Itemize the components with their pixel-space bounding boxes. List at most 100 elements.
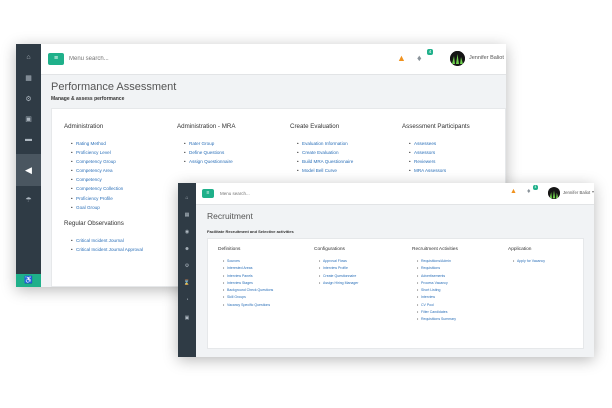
list-item[interactable]: • Interview Stages [218, 280, 273, 287]
home-icon[interactable]: ⌂ [16, 54, 41, 61]
link[interactable]: Interview Stages [227, 281, 253, 285]
hourglass-icon[interactable]: ⌛ [178, 281, 196, 286]
link[interactable]: Rater Group [189, 141, 214, 146]
link[interactable]: Assessors [414, 150, 435, 155]
link[interactable]: Critical Incident Journal [76, 238, 124, 243]
list-item[interactable]: • Rater Group [177, 139, 235, 148]
list-item[interactable]: • Interview Panels [218, 273, 273, 280]
list-item[interactable]: • Evaluation Information [290, 139, 353, 148]
link[interactable]: Approval Flows [323, 259, 347, 263]
list-item[interactable]: • Goal Group [64, 203, 143, 212]
list-item[interactable]: • Competency Collection [64, 184, 143, 193]
link[interactable]: Competency Area [76, 168, 113, 173]
list-item[interactable]: • Process Vacancy [412, 280, 458, 287]
list-item[interactable]: • Requisitions Summary [412, 316, 458, 323]
link[interactable]: Interview Profile [323, 266, 348, 270]
link[interactable]: Sources [227, 259, 240, 263]
list-item[interactable]: • Build MRA Questionnaire [290, 157, 353, 166]
list-item[interactable]: • Create Evaluation [290, 148, 353, 157]
list-item[interactable]: • Assessors [402, 148, 470, 157]
link[interactable]: Short Listing [421, 288, 440, 292]
list-item[interactable]: • Proficiency Level [64, 148, 143, 157]
menu-toggle-button[interactable]: ≡ [48, 53, 64, 65]
briefcase-icon[interactable]: ▣ [16, 116, 41, 123]
link[interactable]: Assign Questionnaire [189, 159, 233, 164]
list-item[interactable]: • Rating Method [64, 139, 143, 148]
list-item[interactable]: • Requisitions [412, 265, 458, 272]
list-item[interactable]: • Background Check Questions [218, 287, 273, 294]
link[interactable]: Competency [76, 177, 102, 182]
list-item[interactable]: • Critical Incident Journal [64, 236, 143, 245]
link[interactable]: Define Questions [189, 150, 224, 155]
list-item[interactable]: • Create Questionnaire [314, 273, 358, 280]
link[interactable]: Vacancy Specific Questions [227, 303, 270, 307]
link[interactable]: Interview Panels [227, 274, 253, 278]
link[interactable]: Proficiency Profile [76, 196, 113, 201]
menu-search-input[interactable] [69, 53, 189, 65]
settings-icon[interactable]: ⚙ [16, 96, 41, 103]
card-icon[interactable]: ▬ [16, 136, 41, 143]
link[interactable]: Reviewers [414, 159, 435, 164]
list-item[interactable]: • Skill Groups [218, 294, 273, 301]
notification-bell-icon[interactable]: ♦ [527, 188, 531, 195]
link[interactable]: Create Questionnaire [323, 274, 356, 278]
list-item[interactable]: • Competency [64, 175, 143, 184]
list-item[interactable]: • CV Pool [412, 302, 458, 309]
list-item[interactable]: • Interview [412, 294, 458, 301]
link[interactable]: Evaluation Information [302, 141, 348, 146]
link[interactable]: Interested Areas [227, 266, 253, 270]
list-item[interactable]: • Sources [218, 258, 273, 265]
list-item[interactable]: • Competency Group [64, 157, 143, 166]
home-icon[interactable]: ⌂ [178, 196, 196, 201]
link[interactable]: Assessees [414, 141, 436, 146]
link[interactable]: Apply for Vacancy [517, 259, 545, 263]
avatar[interactable] [548, 187, 560, 199]
link[interactable]: Rating Method [76, 141, 106, 146]
menu-toggle-button[interactable]: ≡ [202, 189, 214, 198]
gauge-icon[interactable]: ◔ [178, 298, 196, 303]
list-item[interactable]: • MRA Assessors [402, 166, 470, 175]
link[interactable]: Competency Group [76, 159, 116, 164]
list-item[interactable]: • Vacancy Specific Questions [218, 302, 273, 309]
list-item[interactable]: • Assign Hiring Manager [314, 280, 358, 287]
link[interactable]: Advertisements [421, 274, 445, 278]
settings-icon[interactable]: ⚙ [178, 264, 196, 269]
link[interactable]: Interview [421, 295, 435, 299]
notification-bell-icon[interactable]: ♦ [417, 53, 422, 63]
link[interactable]: Background Check Questions [227, 288, 273, 292]
camera-icon[interactable]: ▣ [178, 316, 196, 321]
link[interactable]: Proficiency Level [76, 150, 111, 155]
link[interactable]: Skill Groups [227, 295, 246, 299]
link[interactable]: Build MRA Questionnaire [302, 159, 353, 164]
link[interactable]: Create Evaluation [302, 150, 339, 155]
list-item[interactable]: • Interested Areas [218, 265, 273, 272]
list-item[interactable]: • Filter Candidates [412, 309, 458, 316]
list-item[interactable]: • Critical Incident Journal Approval [64, 245, 143, 254]
list-item[interactable]: • Assign Questionnaire [177, 157, 235, 166]
list-item[interactable]: • Assessees [402, 139, 470, 148]
accessibility-icon[interactable]: ♿ [16, 274, 41, 287]
link[interactable]: Critical Incident Journal Approval [76, 247, 143, 252]
list-item[interactable]: • Requisitions/Admin [412, 258, 458, 265]
link[interactable]: Filter Candidates [421, 310, 447, 314]
user-name[interactable]: Jennifer Baliot [563, 190, 590, 195]
list-item[interactable]: • Advertisements [412, 273, 458, 280]
list-item[interactable]: • Apply for Vacancy [508, 258, 545, 265]
user-menu-caret-icon[interactable]: ▾ [592, 189, 594, 194]
list-item[interactable]: • Competency Area [64, 166, 143, 175]
link[interactable]: Goal Group [76, 205, 100, 210]
link[interactable]: Model Bell Curve [302, 168, 337, 173]
link[interactable]: Requisitions Summary [421, 317, 456, 321]
list-item[interactable]: • Proficiency Profile [64, 194, 143, 203]
avatar[interactable] [450, 51, 465, 66]
user-name[interactable]: Jennifer Baliot [469, 55, 504, 61]
group-icon[interactable]: ◉ [178, 230, 196, 235]
dashboard-icon[interactable]: ▦ [178, 213, 196, 218]
list-item[interactable]: • Define Questions [177, 148, 235, 157]
link[interactable]: MRA Assessors [414, 168, 446, 173]
list-item[interactable]: • Model Bell Curve [290, 166, 353, 175]
link[interactable]: Competency Collection [76, 186, 123, 191]
link[interactable]: CV Pool [421, 303, 434, 307]
link[interactable]: Requisitions [421, 266, 440, 270]
collapse-arrow-icon[interactable]: ◀ [16, 154, 41, 186]
